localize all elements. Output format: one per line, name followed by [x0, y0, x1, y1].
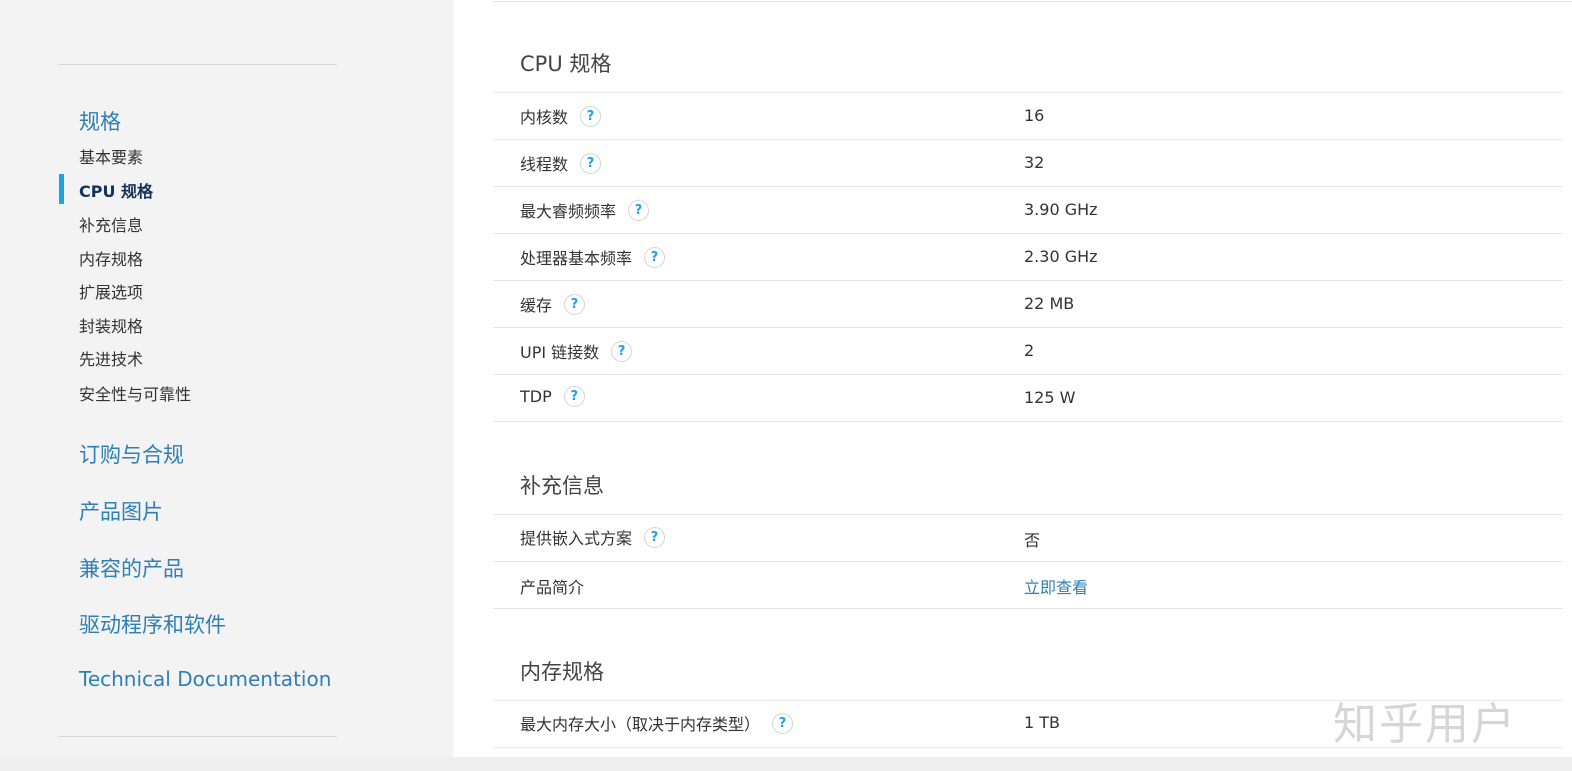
spec-value-base-freq: 2.30 GHz — [1024, 247, 1098, 266]
nav-heading-drivers[interactable]: 驱动程序和软件 — [79, 609, 226, 639]
help-icon[interactable]: ? — [611, 340, 633, 362]
row-divider — [493, 327, 1563, 328]
spec-label-max-memory: 最大内存大小（取决于内存类型） ? — [520, 711, 794, 735]
spec-label-text: 提供嵌入式方案 — [520, 529, 633, 548]
spec-label-threads: 线程数 ? — [520, 151, 602, 175]
spec-value-max-memory: 1 TB — [1024, 713, 1061, 732]
sidebar-item-basics[interactable]: 基本要素 — [79, 144, 143, 168]
spec-label-text: 缓存 — [520, 296, 553, 315]
spec-value-max-turbo: 3.90 GHz — [1024, 200, 1098, 219]
bottom-strip — [0, 757, 1572, 771]
spec-label-base-freq: 处理器基本频率 ? — [520, 245, 666, 269]
row-divider — [493, 186, 1563, 187]
sidebar-item-memory-spec[interactable]: 内存规格 — [79, 246, 143, 270]
help-icon[interactable]: ? — [644, 526, 666, 548]
nav-heading-images[interactable]: 产品图片 — [79, 496, 163, 526]
row-divider — [493, 139, 1563, 140]
spec-label-text: TDP — [520, 387, 552, 406]
sidebar-item-advanced-tech[interactable]: 先进技术 — [79, 346, 143, 370]
nav-heading-tech-docs[interactable]: Technical Documentation — [79, 667, 331, 691]
spec-value-cores: 16 — [1024, 106, 1045, 125]
spec-label-text: 内核数 — [520, 108, 569, 127]
row-divider — [493, 514, 1563, 515]
section-title-cpu: CPU 规格 — [520, 52, 612, 76]
sidebar-item-package[interactable]: 封装规格 — [79, 313, 143, 337]
spec-value-upi-links: 2 — [1024, 341, 1035, 360]
help-icon[interactable]: ? — [563, 386, 585, 407]
spec-label-cache: 缓存 ? — [520, 292, 586, 316]
spec-label-max-turbo: 最大睿频频率 ? — [520, 198, 650, 222]
spec-label-text: 产品简介 — [520, 578, 585, 597]
help-icon[interactable]: ? — [564, 293, 586, 315]
sidebar-divider-bottom — [59, 736, 337, 737]
spec-label-text: UPI 链接数 — [520, 343, 600, 362]
nav-heading-ordering[interactable]: 订购与合规 — [79, 439, 184, 469]
row-divider — [493, 561, 1563, 562]
spec-label-product-brief: 产品简介 — [520, 574, 584, 598]
spec-value-cache: 22 MB — [1024, 294, 1075, 313]
spec-content: CPU 规格 内核数 ? 16 线程数 ? 32 最大睿频频率 ? 3.90 G… — [453, 0, 1572, 771]
help-icon[interactable]: ? — [580, 105, 602, 127]
watermark: 知乎用户 — [1333, 699, 1517, 750]
row-divider — [493, 608, 1563, 609]
sidebar-item-supplemental[interactable]: 补充信息 — [79, 212, 143, 236]
row-divider — [493, 374, 1563, 375]
help-icon[interactable]: ? — [644, 246, 666, 268]
spec-label-tdp: TDP ? — [520, 386, 585, 407]
active-indicator — [59, 174, 64, 204]
row-divider — [493, 421, 1563, 422]
sidebar-nav: 规格 基本要素 CPU 规格 补充信息 内存规格 扩展选项 封装规格 先进技术 … — [0, 0, 453, 771]
spec-label-text: 线程数 — [520, 155, 569, 174]
sidebar-item-security[interactable]: 安全性与可靠性 — [79, 381, 191, 405]
help-icon[interactable]: ? — [772, 712, 794, 734]
row-divider — [493, 233, 1563, 234]
view-now-link[interactable]: 立即查看 — [1024, 574, 1088, 598]
help-icon[interactable]: ? — [580, 152, 602, 174]
nav-heading-spec[interactable]: 规格 — [79, 106, 121, 136]
spec-label-embedded: 提供嵌入式方案 ? — [520, 525, 666, 549]
section-title-supplemental: 补充信息 — [520, 474, 604, 498]
spec-value-threads: 32 — [1024, 153, 1045, 172]
spec-label-upi-links: UPI 链接数 ? — [520, 339, 633, 363]
sidebar-item-expansion[interactable]: 扩展选项 — [79, 279, 143, 303]
sidebar-divider-top — [59, 64, 337, 65]
nav-heading-compatible[interactable]: 兼容的产品 — [79, 553, 184, 583]
content-top-divider — [493, 1, 1572, 2]
spec-value-embedded: 否 — [1024, 531, 1041, 550]
spec-label-text: 最大内存大小（取决于内存类型） — [520, 715, 761, 734]
spec-value-tdp: 125 W — [1024, 388, 1076, 407]
row-divider — [493, 92, 1563, 93]
spec-label-cores: 内核数 ? — [520, 104, 602, 128]
section-title-memory: 内存规格 — [520, 660, 604, 684]
spec-label-text: 处理器基本频率 — [520, 249, 633, 268]
sidebar-item-cpu-spec[interactable]: CPU 规格 — [79, 178, 153, 202]
spec-label-text: 最大睿频频率 — [520, 202, 617, 221]
help-icon[interactable]: ? — [628, 199, 650, 221]
row-divider — [493, 280, 1563, 281]
